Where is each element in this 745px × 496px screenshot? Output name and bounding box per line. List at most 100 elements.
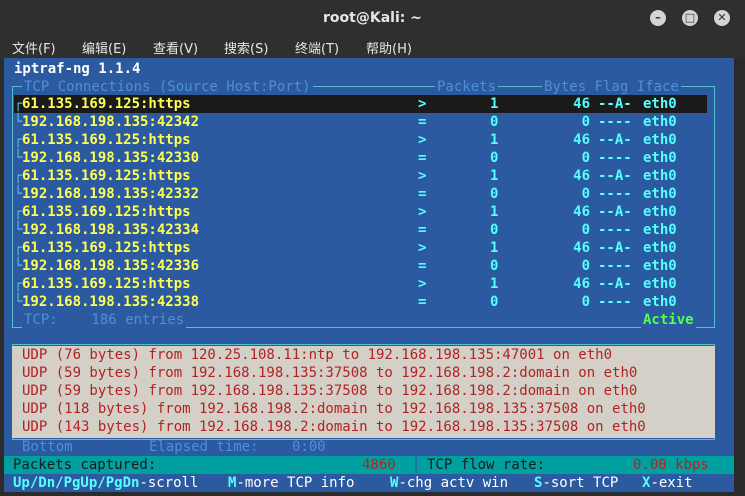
- table-row[interactable]: ┌ 61.135.169.125:https >1 46 --A-eth0: [14, 239, 707, 257]
- connection-iface: eth0: [643, 240, 677, 256]
- connection-flag: ----: [598, 150, 632, 166]
- connection-iface: eth0: [643, 204, 677, 220]
- connection-packets: 0: [490, 186, 499, 202]
- connection-flag: --A-: [598, 240, 632, 256]
- connection-iface: eth0: [643, 150, 677, 166]
- connection-flag: --A-: [598, 168, 632, 184]
- menu-terminal[interactable]: 终端(T): [295, 38, 339, 57]
- connection-bytes: 0: [581, 222, 590, 238]
- menu-help[interactable]: 帮助(H): [366, 38, 412, 57]
- menu-bar: 文件(F) 编辑(E) 查看(V) 搜索(S) 终端(T) 帮助(H): [0, 36, 745, 58]
- maximize-icon[interactable]: □: [682, 10, 698, 26]
- connection-flag: --A-: [598, 276, 632, 292]
- connection-packets: 0: [490, 114, 499, 130]
- key-exit[interactable]: X-exit: [642, 474, 693, 492]
- connection-host: 192.168.198.135:42334: [22, 222, 200, 238]
- connection-packets: 1: [490, 204, 499, 220]
- menu-search[interactable]: 搜索(S): [224, 38, 268, 57]
- connection-flag: ----: [598, 114, 632, 130]
- table-row[interactable]: └ 192.168.198.135:42332 = 0 0 ---- eth0: [14, 185, 707, 203]
- udp-line: UDP (76 bytes) from 120.25.108.11:ntp to…: [22, 347, 613, 363]
- udp-line: UDP (59 bytes) from 192.168.198.135:3750…: [22, 383, 638, 399]
- menu-file[interactable]: 文件(F): [12, 38, 56, 57]
- connection-direction: =: [418, 258, 427, 274]
- menu-view[interactable]: 查看(V): [153, 38, 198, 57]
- connection-packets: 1: [490, 240, 499, 256]
- connection-direction: =: [418, 114, 427, 130]
- bottom-label: Bottom: [22, 439, 73, 455]
- connection-flag: ----: [598, 186, 632, 202]
- connection-flag: ----: [598, 258, 632, 274]
- tcp-flow-label: TCP flow rate:: [427, 457, 546, 473]
- terminal-area[interactable]: iptraf-ng 1.1.4 TCP Connections (Source …: [4, 58, 734, 492]
- key-sort[interactable]: S-sort TCP: [534, 474, 618, 492]
- key-help-bar: Up/Dn/PgUp/PgDn-scroll M-more TCP info W…: [4, 474, 734, 492]
- close-icon[interactable]: ✕: [714, 10, 730, 26]
- udp-line: UDP (59 bytes) from 192.168.198.135:3750…: [22, 365, 638, 381]
- connection-iface: eth0: [643, 96, 677, 112]
- connection-bytes: 46: [573, 168, 590, 184]
- connection-bytes: 46: [573, 132, 590, 148]
- table-row[interactable]: └ 192.168.198.135:42338 = 0 0 ---- eth0: [14, 293, 707, 311]
- connection-flag: --A-: [598, 204, 632, 220]
- connection-flag: --A-: [598, 132, 632, 148]
- connection-flag: ----: [598, 222, 632, 238]
- key-more-info[interactable]: M-more TCP info: [228, 474, 354, 492]
- table-row[interactable]: └ 192.168.198.135:42334 = 0 0 ---- eth0: [14, 221, 707, 239]
- col-packets: Packets: [435, 78, 499, 96]
- connection-direction: =: [418, 186, 427, 202]
- connection-bytes: 0: [581, 258, 590, 274]
- table-row[interactable]: ┌ 61.135.169.125:https >1 46 --A-eth0: [14, 167, 707, 185]
- connection-direction: =: [418, 222, 427, 238]
- connection-host: 61.135.169.125:https: [22, 132, 191, 148]
- table-row[interactable]: ┌ 61.135.169.125:https >1 46 --A-eth0: [14, 275, 707, 293]
- udp-window: UDP (76 bytes) from 120.25.108.11:ntp to…: [12, 346, 715, 438]
- table-row[interactable]: └ 192.168.198.135:42336 = 0 0 ---- eth0: [14, 257, 707, 275]
- connection-host: 192.168.198.135:42330: [22, 150, 200, 166]
- connection-iface: eth0: [643, 132, 677, 148]
- connection-iface: eth0: [643, 186, 677, 202]
- connection-packets: 0: [490, 222, 499, 238]
- table-row[interactable]: ┌ 61.135.169.125:https >1 46 --A-eth0: [14, 203, 707, 221]
- window-title: root@Kali: ~: [323, 10, 422, 26]
- elapsed-label: Elapsed time:: [149, 439, 259, 455]
- key-scroll[interactable]: Up/Dn/PgUp/PgDn-scroll: [13, 474, 198, 492]
- connection-iface: eth0: [643, 114, 677, 130]
- tcp-flow-value: 0.00 kbps: [633, 457, 709, 473]
- connection-direction: =: [418, 150, 427, 166]
- tcp-state: Active: [641, 311, 696, 329]
- udp-line: UDP (118 bytes) from 192.168.198.2:domai…: [22, 401, 646, 417]
- table-row[interactable]: └ 192.168.198.135:42330 = 0 0 ---- eth0: [14, 149, 707, 167]
- table-row[interactable]: └ 192.168.198.135:42342 = 0 0 ---- eth0: [14, 113, 707, 131]
- tcp-entry-count: TCP: 186 entries: [22, 311, 187, 329]
- connection-packets: 1: [490, 96, 499, 112]
- table-row[interactable]: ┌ 61.135.169.125:https >1 46 --A-eth0: [14, 95, 707, 113]
- key-change-window[interactable]: W-chg actv win: [390, 474, 508, 492]
- connection-packets: 1: [490, 276, 499, 292]
- connection-packets: 0: [490, 258, 499, 274]
- connection-bytes: 46: [573, 276, 590, 292]
- connection-direction: >: [418, 168, 427, 184]
- connection-bytes: 0: [581, 186, 590, 202]
- connection-direction: >: [418, 240, 427, 256]
- connection-bytes: 46: [573, 96, 590, 112]
- connection-packets: 1: [490, 168, 499, 184]
- connection-direction: =: [418, 294, 427, 310]
- connection-flag: ----: [598, 294, 632, 310]
- connection-direction: >: [418, 132, 427, 148]
- connection-host: 192.168.198.135:42338: [22, 294, 200, 310]
- connection-host: 61.135.169.125:https: [22, 204, 191, 220]
- connection-iface: eth0: [643, 276, 677, 292]
- connection-iface: eth0: [643, 294, 677, 310]
- minimize-icon[interactable]: –: [650, 10, 666, 26]
- status-bar: Packets captured: 4860 │ TCP flow rate: …: [4, 456, 734, 474]
- connection-host: 192.168.198.135:42342: [22, 114, 200, 130]
- connection-bytes: 46: [573, 204, 590, 220]
- connection-flag: --A-: [598, 96, 632, 112]
- menu-edit[interactable]: 编辑(E): [82, 38, 126, 57]
- connection-bytes: 0: [581, 294, 590, 310]
- connection-iface: eth0: [643, 258, 677, 274]
- connection-iface: eth0: [643, 168, 677, 184]
- udp-line: UDP (143 bytes) from 192.168.198.2:domai…: [22, 419, 646, 435]
- table-row[interactable]: ┌ 61.135.169.125:https >1 46 --A-eth0: [14, 131, 707, 149]
